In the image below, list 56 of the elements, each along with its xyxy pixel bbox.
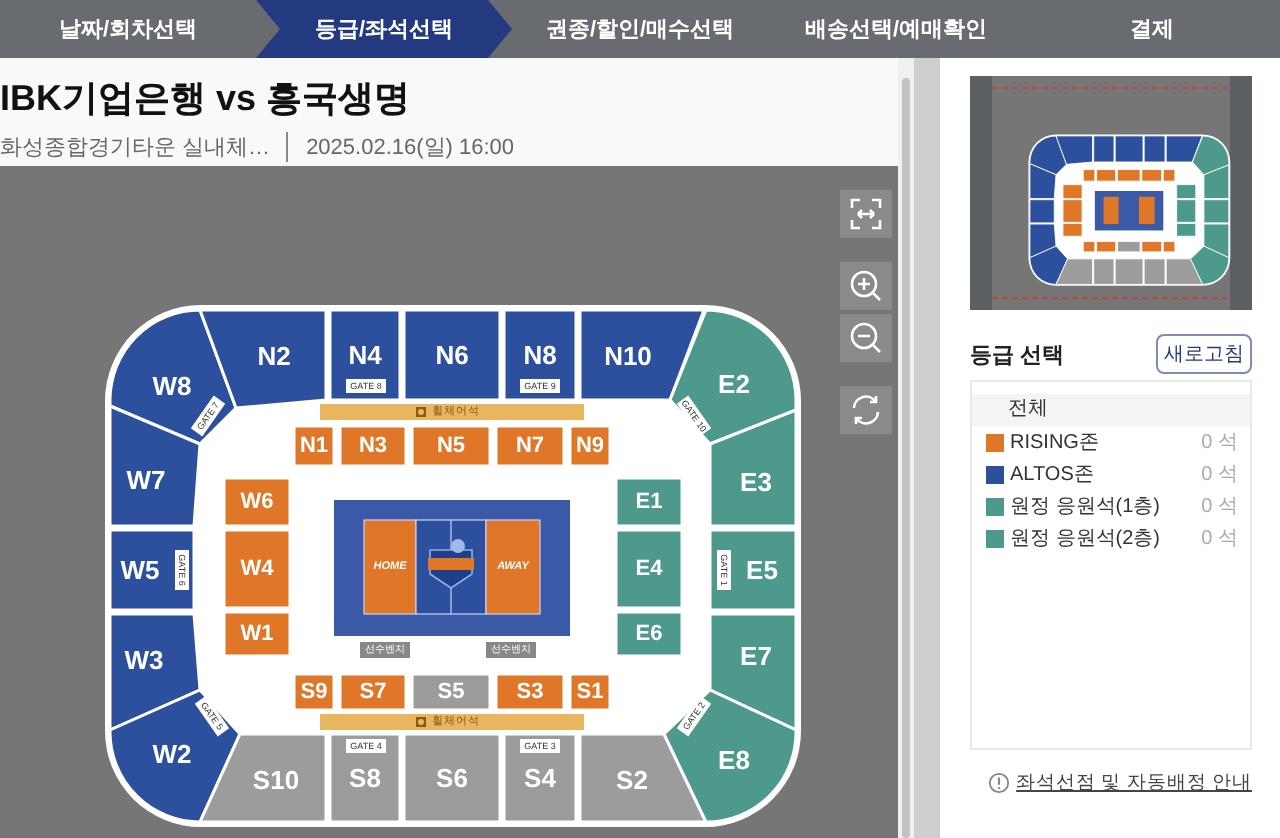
minimap-drawing[interactable] [970, 76, 1252, 310]
seat-section[interactable]: S10 [197, 732, 328, 824]
all-grades-item[interactable]: 전체 [972, 394, 1250, 426]
seat-section[interactable]: N9 [568, 424, 612, 468]
seat-section[interactable]: W3 [108, 612, 202, 733]
grade-name[interactable]: 원정 응원석(1층) [1010, 492, 1202, 520]
zoom-out-icon [848, 320, 884, 356]
refresh-button[interactable]: 새로고침 [1156, 334, 1252, 374]
event-title: IBK기업은행 vs 흥국생명 [0, 76, 413, 122]
grade-title: 등급 선택 [970, 341, 1065, 369]
help-link[interactable]: 좌석선점 및 자동배정 안내 [1016, 770, 1252, 796]
wheelchair-icon [416, 717, 426, 727]
step-tab[interactable]: 결제 [1024, 0, 1280, 58]
info-icon [988, 772, 1011, 794]
zoom-in-icon [848, 268, 884, 304]
seat-count: 0 석 [1201, 526, 1238, 552]
scrollbar[interactable] [898, 58, 914, 838]
step-tab[interactable]: 날짜/회차선택 [0, 0, 256, 58]
seat-section[interactable]: W4 [222, 528, 292, 610]
seat-count: 0 석 [1201, 430, 1238, 456]
seat-section[interactable]: S6 [402, 732, 502, 824]
seat-section[interactable]: S7 [338, 672, 408, 712]
seat-section[interactable]: N5 [410, 424, 492, 468]
venue-text: 화성종합경기타운 실내체… [0, 134, 271, 162]
seat-section[interactable]: N6 [402, 308, 502, 402]
reset-button[interactable] [840, 386, 892, 434]
seat-section[interactable]: S9 [292, 672, 336, 712]
seat-section[interactable]: S1 [568, 672, 612, 712]
fullscreen-button[interactable] [840, 190, 892, 238]
event-datetime: 2025.02.16(일) 16:00 [286, 132, 515, 162]
seat-section[interactable]: E6 [614, 610, 684, 658]
seat-section[interactable]: S5 [410, 672, 492, 712]
step-tab[interactable]: 배송선택/예매확인 [768, 0, 1024, 58]
seat-section[interactable]: N1 [292, 424, 336, 468]
grade-name[interactable]: RISING존 [1010, 428, 1202, 456]
seat-section[interactable]: N7 [494, 424, 566, 468]
refresh-icon [848, 392, 884, 428]
seat-section[interactable]: S2 [578, 732, 709, 824]
seat-section[interactable]: N3 [338, 424, 408, 468]
step-tab[interactable]: 권종/할인/매수선택 [512, 0, 768, 58]
seat-section[interactable]: E1 [614, 476, 684, 528]
zoom-in-button[interactable] [840, 262, 892, 310]
step-tab[interactable]: 등급/좌석선택 [256, 0, 512, 58]
shield-logo-icon [428, 539, 474, 589]
seat-section[interactable]: S3 [494, 672, 566, 712]
zoom-out-button[interactable] [840, 314, 892, 362]
seat-section[interactable]: W6 [222, 476, 292, 528]
seat-section[interactable]: E7 [708, 612, 798, 733]
seat-count: 0 석 [1201, 494, 1238, 520]
seat-section[interactable]: W1 [222, 610, 292, 658]
fullscreen-icon [850, 198, 882, 230]
grade-name[interactable]: 원정 응원석(2층) [1010, 524, 1202, 552]
seat-count: 0 석 [1201, 462, 1238, 488]
wheelchair-icon [416, 407, 426, 417]
grade-name[interactable]: ALTOS존 [1010, 460, 1202, 488]
seat-section[interactable]: E4 [614, 528, 684, 610]
